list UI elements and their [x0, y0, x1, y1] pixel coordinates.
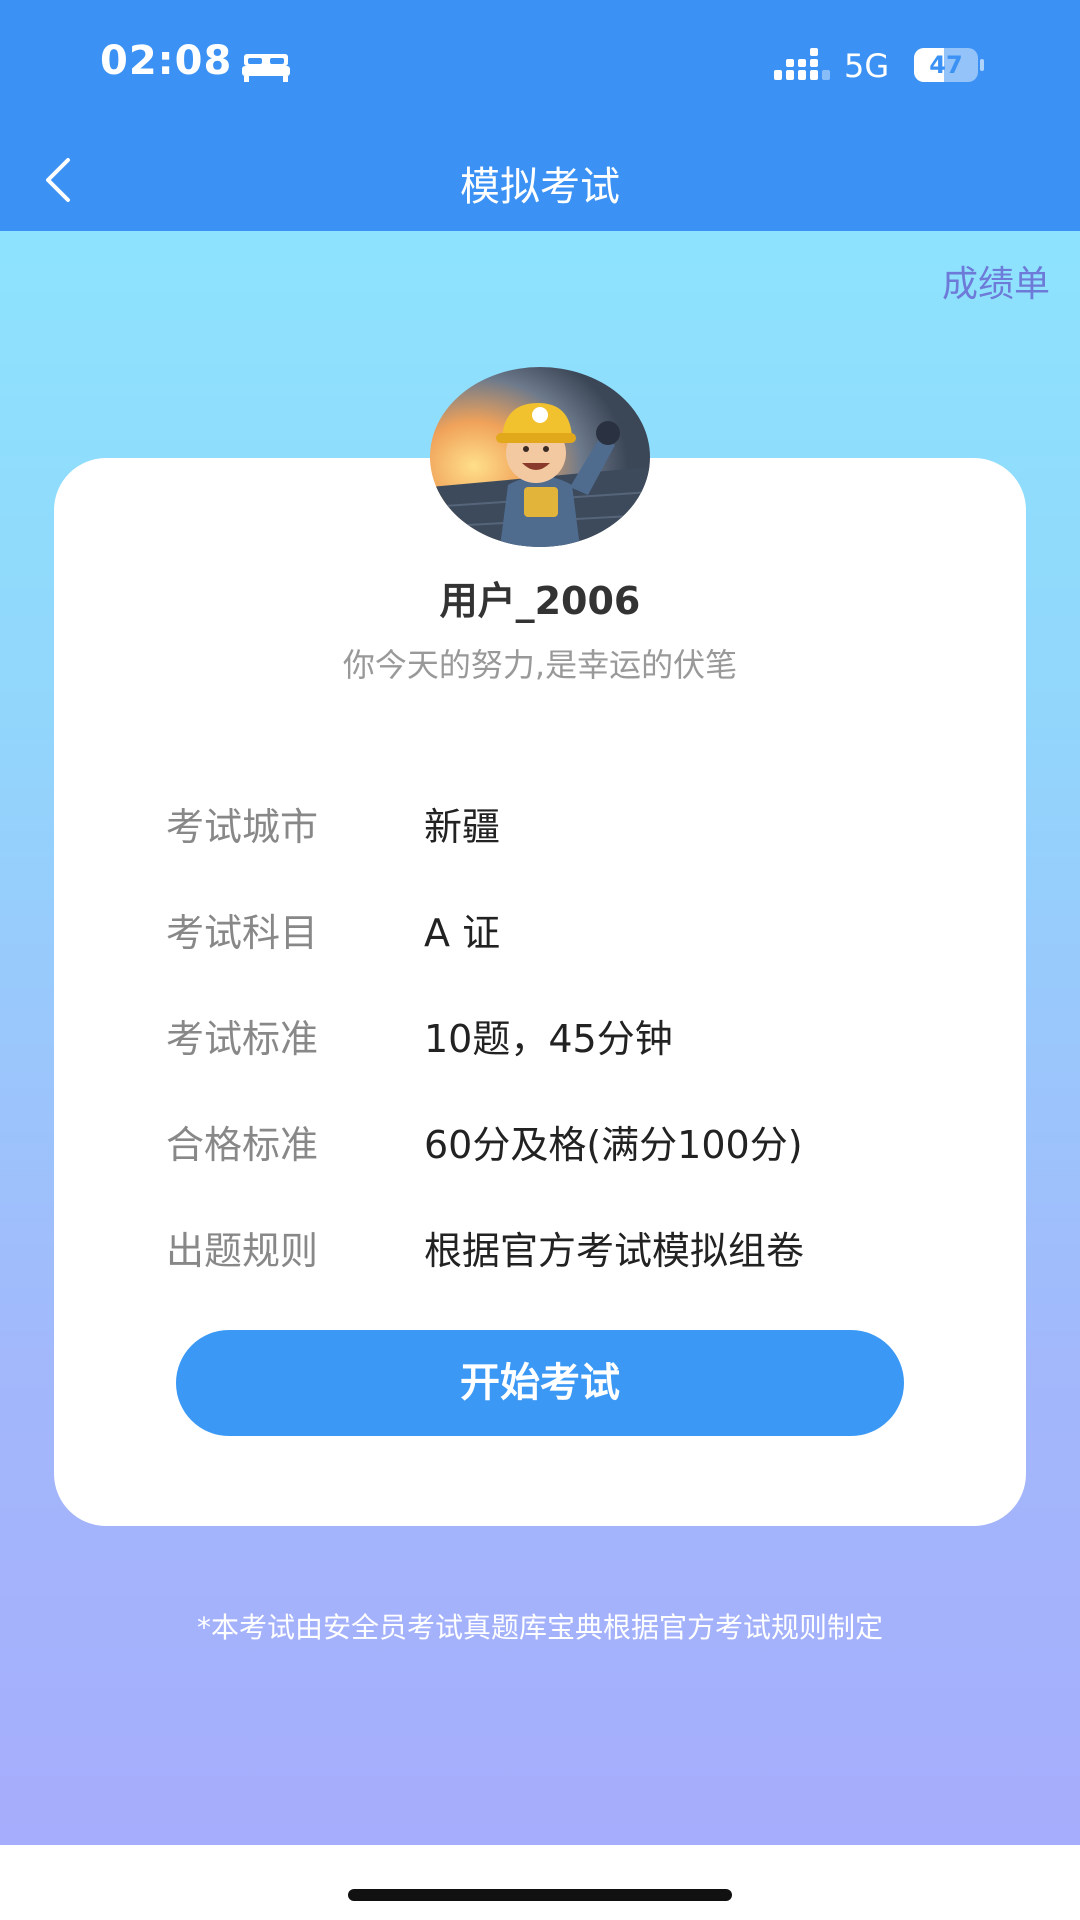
battery-level: 47 [929, 51, 963, 79]
info-label: 合格标准 [166, 1123, 319, 1167]
status-bar: 02:08 5G 47 [0, 0, 1080, 128]
chevron-left-icon[interactable] [30, 150, 90, 210]
start-exam-button[interactable]: 开始考试 [176, 1330, 904, 1436]
avatar [430, 367, 650, 547]
info-value: 根据官方考试模拟组卷 [424, 1229, 805, 1273]
page-title: 模拟考试 [460, 164, 620, 210]
battery-icon: 47 [914, 48, 984, 82]
bed-icon [242, 54, 290, 82]
home-indicator[interactable] [348, 1889, 732, 1901]
info-label: 考试城市 [166, 805, 319, 849]
status-time: 02:08 [100, 38, 233, 84]
info-label: 出题规则 [166, 1229, 319, 1273]
network-label: 5G [844, 47, 890, 85]
info-value: A 证 [424, 911, 501, 955]
info-label: 考试标准 [166, 1017, 319, 1061]
report-link[interactable]: 成绩单 [942, 255, 1050, 307]
motto: 你今天的努力,是幸运的伏笔 [342, 646, 738, 684]
username: 用户_2006 [439, 579, 641, 623]
footnote: *本考试由安全员考试真题库宝典根据官方考试规则制定 [196, 1611, 883, 1644]
info-value: 10题，45分钟 [424, 1017, 673, 1061]
info-value: 60分及格(满分100分) [424, 1123, 803, 1167]
info-value: 新疆 [424, 805, 501, 849]
nav-bar: 模拟考试 [0, 128, 1080, 231]
signal-icon [774, 48, 830, 80]
info-label: 考试科目 [166, 911, 319, 955]
